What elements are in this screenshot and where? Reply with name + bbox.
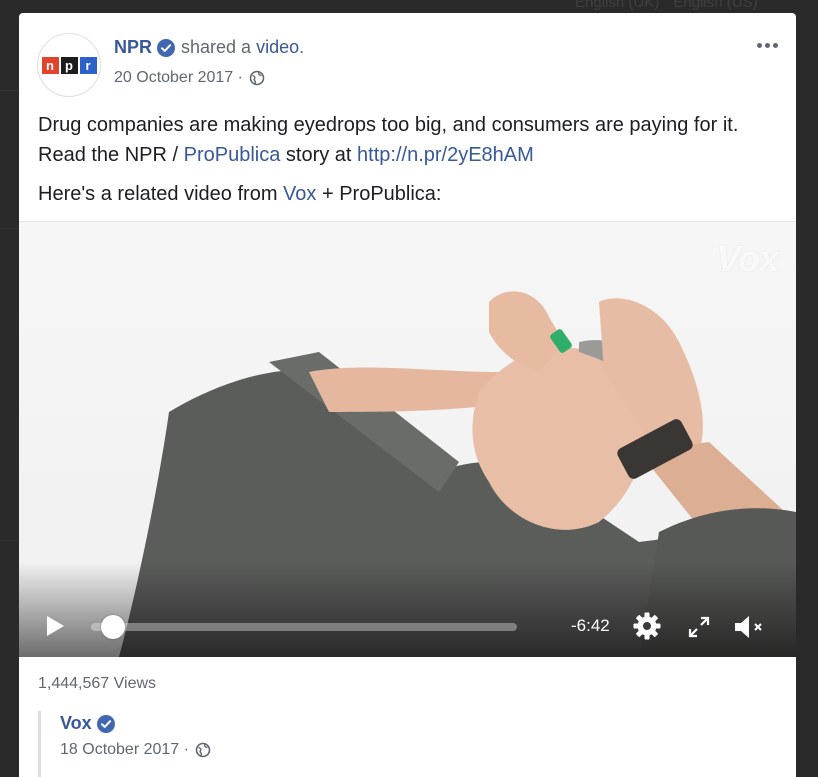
action-text: shared a (181, 37, 252, 57)
time-remaining: -6:42 (571, 616, 610, 635)
post-author-line: NPR shared a video. (114, 37, 304, 58)
progress-bar[interactable] (91, 623, 517, 631)
page-name-link[interactable]: NPR (114, 37, 152, 58)
settings-gear-icon[interactable] (632, 611, 662, 641)
background-divider (0, 228, 20, 229)
npr-avatar[interactable]: npr (37, 33, 101, 97)
verified-badge-icon (157, 38, 176, 57)
more-options-icon[interactable] (752, 35, 782, 55)
video-controls: -6:42 (19, 597, 796, 657)
play-icon[interactable] (44, 614, 66, 638)
post-date[interactable]: 20 October 2017 · (114, 69, 243, 87)
background-language-links: English (UK) English (US) (575, 0, 768, 11)
vox-link[interactable]: Vox (283, 183, 316, 205)
post-paragraph-1: Drug companies are making eyedrops too b… (38, 114, 739, 166)
background-divider (0, 90, 20, 91)
propublica-link[interactable]: ProPublica (184, 144, 281, 166)
embedded-date[interactable]: 18 October 2017 · (60, 741, 189, 759)
post-date-line: 20 October 2017 · (114, 69, 265, 87)
view-count: 1,444,567 Views (38, 675, 157, 692)
background-divider (0, 540, 20, 541)
video-player[interactable]: Vox -6:42 (19, 222, 796, 657)
embedded-author-line: Vox (60, 713, 121, 734)
vox-watermark: Vox (716, 238, 779, 279)
embedded-date-line: 18 October 2017 · (60, 741, 211, 759)
video-link[interactable]: video (256, 37, 299, 58)
progress-handle[interactable] (101, 615, 125, 639)
globe-icon (195, 742, 211, 758)
action-suffix: . (299, 37, 305, 57)
fullscreen-icon[interactable] (687, 615, 711, 639)
story-url-link[interactable]: http://n.pr/2yE8hAM (357, 144, 534, 166)
language-link-us: English (US) (673, 0, 758, 11)
post-paragraph-2: Here's a related video from Vox + ProPub… (38, 183, 442, 205)
language-link-uk: English (UK) (575, 0, 660, 11)
post-header: npr NPR shared a video. 20 October 2017 … (19, 13, 796, 113)
npr-logo: npr (41, 56, 97, 74)
embedded-page-name[interactable]: Vox (60, 713, 92, 734)
globe-icon (249, 70, 265, 86)
post-body: Drug companies are making eyedrops too b… (38, 110, 778, 218)
embedded-post: Vox 18 October 2017 · (38, 711, 778, 777)
post-card: npr NPR shared a video. 20 October 2017 … (19, 13, 796, 777)
verified-badge-icon (96, 714, 115, 733)
muted-speaker-icon[interactable] (733, 613, 769, 641)
